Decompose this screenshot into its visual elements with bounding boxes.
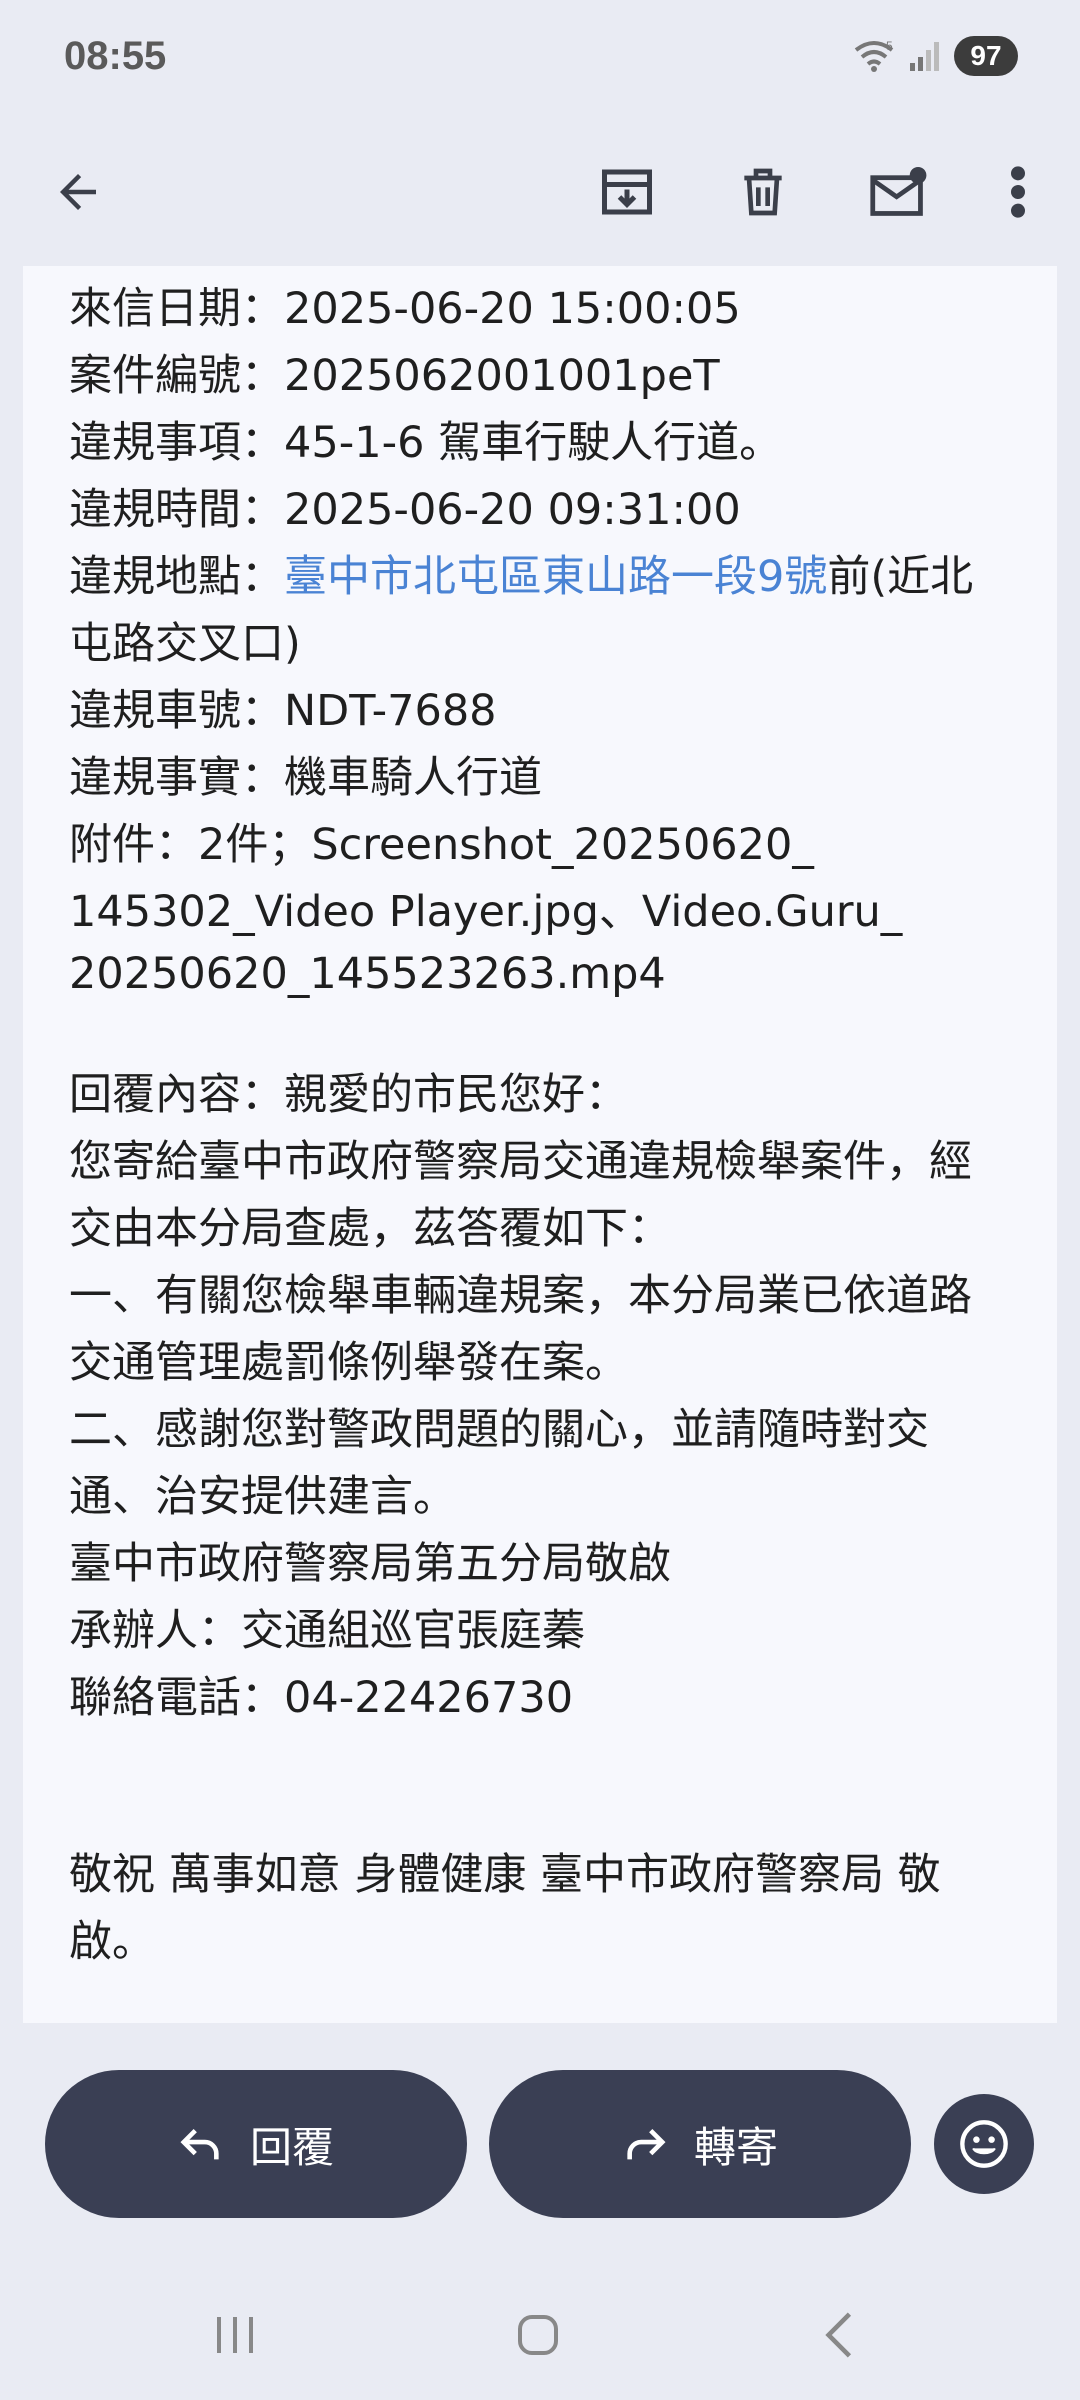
reply-line: 您寄給臺中市政府警察局交通違規檢舉案件，經 (69, 1137, 972, 1187)
reply-line: 臺中市政府警察局第五分局敬啟 (69, 1539, 671, 1589)
email-toolbar (0, 120, 1080, 266)
reply-line: 交由本分局查處，茲答覆如下： (69, 1204, 671, 1254)
location-suffix: 前(近北 (827, 552, 974, 602)
home-icon (518, 2315, 558, 2355)
attachment-line: 20250620_145523263.mp4 (69, 949, 666, 999)
closing-line: 敬祝 萬事如意 身體健康 臺中市政府警察局 敬 (69, 1850, 941, 1900)
attachment-line: 145302_Video Player.jpg、Video.Guru_ (69, 887, 903, 937)
reply-line: 回覆內容：親愛的市民您好： (69, 1070, 628, 1120)
chevron-left-icon (825, 2312, 852, 2358)
recents-icon (217, 2317, 253, 2353)
location-label: 違規地點： (69, 552, 284, 602)
forward-label: 轉寄 (693, 2122, 778, 2172)
reply-icon (180, 2128, 219, 2160)
reply-line: 一、有關您檢舉車輛違規案，本分局業已依道路 (69, 1271, 972, 1321)
trash-icon (744, 168, 782, 216)
more-vert-icon (1011, 166, 1025, 218)
reply-line: 承辦人：交通組巡官張庭蓁 (69, 1606, 585, 1656)
recents-button[interactable] (190, 2300, 280, 2370)
reply-line: 交通管理處罰條例舉發在案。 (69, 1338, 628, 1388)
email-body-card: 來信日期：2025-06-20 15:00:05 案件編號：2025062001… (23, 266, 1057, 2023)
wifi-icon: 5 (854, 39, 894, 72)
signal-icon (910, 42, 939, 71)
arrow-left-icon (60, 174, 96, 210)
archive-button[interactable] (587, 152, 667, 232)
back-button[interactable] (38, 152, 118, 232)
back-nav-button[interactable] (794, 2300, 884, 2370)
location-cont: 屯路交叉口) (69, 619, 301, 669)
svg-text:5: 5 (886, 39, 893, 53)
mail-unread-icon (870, 166, 927, 216)
body-line: 違規時間：2025-06-20 09:31:00 (69, 485, 741, 535)
forward-icon (627, 2128, 666, 2160)
system-nav-bar (0, 2270, 1080, 2400)
plate-line: 違規車號：NDT-7688 (69, 686, 497, 736)
status-icons: 5 97 (852, 36, 1018, 76)
fact-line: 違規事實：機車騎人行道 (69, 753, 542, 803)
reply-label: 回覆 (249, 2122, 334, 2172)
forward-button[interactable]: 轉寄 (489, 2070, 911, 2218)
mark-unread-button[interactable] (859, 152, 939, 232)
delete-button[interactable] (723, 152, 803, 232)
address-link[interactable]: 臺中市北屯區東山路一段9號 (284, 552, 827, 602)
status-time: 08:55 (64, 34, 167, 78)
smiley-icon (960, 2120, 1008, 2168)
emoji-reaction-button[interactable] (934, 2094, 1034, 2194)
reply-line: 二、感謝您對警政問題的關心，並請隨時對交 (69, 1405, 929, 1455)
closing-line: 啟。 (69, 1917, 155, 1967)
home-button[interactable] (493, 2300, 583, 2370)
body-line: 來信日期：2025-06-20 15:00:05 (69, 284, 741, 334)
email-body: 來信日期：2025-06-20 15:00:05 案件編號：2025062001… (69, 276, 1029, 1976)
phone-line: 聯絡電話：04-22426730 (69, 1673, 574, 1723)
reply-button[interactable]: 回覆 (45, 2070, 467, 2218)
reply-line: 通、治安提供建言。 (69, 1472, 456, 1522)
body-line: 案件編號：2025062001001peT (69, 351, 720, 401)
location-line: 違規地點：臺中市北屯區東山路一段9號前(近北 (69, 544, 1029, 611)
status-bar: 08:55 5 97 (0, 0, 1080, 120)
more-options-button[interactable] (978, 152, 1058, 232)
battery-indicator: 97 (954, 36, 1018, 76)
archive-icon (602, 169, 652, 215)
body-line: 違規事項：45-1-6 駕車行駛人行道。 (69, 418, 783, 468)
attachment-line: 附件：2件；Screenshot_20250620_ (69, 820, 814, 870)
